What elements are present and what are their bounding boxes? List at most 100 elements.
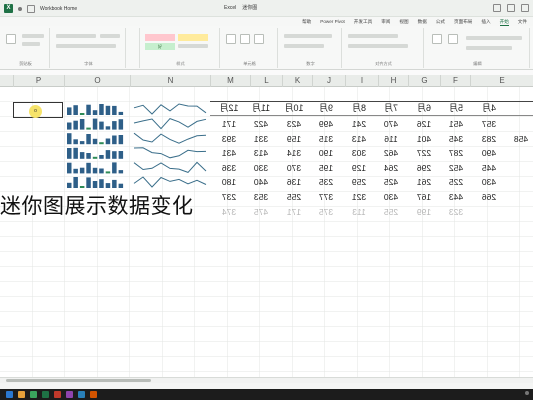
format-cells-button[interactable]	[254, 34, 264, 44]
style-neutral[interactable]	[178, 34, 208, 41]
edit-button-1[interactable]	[432, 34, 442, 44]
ribbon-tab[interactable]: 视图	[399, 19, 408, 26]
table-cell[interactable]: 190	[311, 146, 341, 160]
table-cell[interactable]: 451	[441, 117, 471, 131]
table-cell[interactable]: 266	[474, 190, 504, 204]
table-cell[interactable]: 287	[441, 146, 471, 160]
table-cell[interactable]: 375	[311, 205, 341, 219]
column-header[interactable]: F	[440, 75, 470, 87]
table-cell[interactable]: 113	[344, 205, 374, 219]
explorer-icon[interactable]	[18, 391, 25, 398]
sparkline-tab-hint[interactable]: 迷你图	[242, 4, 257, 11]
table-cell[interactable]: 413	[344, 132, 374, 146]
table-cell[interactable]: 195	[311, 161, 341, 175]
table-cell[interactable]: 425	[376, 175, 406, 189]
ribbon-tab[interactable]: 数据	[418, 19, 427, 26]
table-cell[interactable]: 296	[409, 161, 439, 175]
table-cell[interactable]: 261	[409, 175, 439, 189]
table-cell[interactable]: 336	[214, 161, 244, 175]
table-cell[interactable]: 431	[214, 146, 244, 160]
table-cell[interactable]: 422	[246, 117, 276, 131]
ribbon-tab[interactable]: 文件	[518, 19, 527, 26]
app-icon-5[interactable]	[90, 391, 97, 398]
table-cell[interactable]: 323	[441, 205, 471, 219]
table-cell[interactable]: 180	[214, 175, 244, 189]
column-header[interactable]: L	[250, 75, 282, 87]
table-cell[interactable]: 303	[344, 146, 374, 160]
table-cell[interactable]: 227	[409, 146, 439, 160]
start-icon[interactable]	[6, 391, 13, 398]
style-good[interactable]: 好	[145, 43, 175, 50]
table-cell[interactable]: 353	[246, 190, 276, 204]
column-header[interactable]: O	[64, 75, 130, 87]
maximize-icon[interactable]	[507, 4, 515, 12]
close-icon[interactable]	[521, 4, 529, 12]
ribbon-tab[interactable]: 帮助	[302, 19, 311, 26]
table-cell[interactable]: 199	[409, 205, 439, 219]
table-cell[interactable]: 255	[279, 190, 309, 204]
edit-button-2[interactable]	[448, 34, 458, 44]
table-cell[interactable]: 430	[474, 175, 504, 189]
table-cell[interactable]: 345	[441, 132, 471, 146]
table-cell[interactable]: 357	[474, 117, 504, 131]
table-cell[interactable]: 330	[246, 161, 276, 175]
table-cell[interactable]: 413	[246, 146, 276, 160]
scrollbar-thumb[interactable]	[6, 379, 151, 382]
ribbon-tab[interactable]: 审阅	[381, 19, 390, 26]
table-cell[interactable]: 401	[409, 132, 439, 146]
tray-icon[interactable]	[525, 391, 529, 395]
table-cell[interactable]: 259	[344, 175, 374, 189]
style-bad[interactable]	[145, 34, 175, 41]
table-cell[interactable]: 126	[409, 117, 439, 131]
table-cell[interactable]: 235	[311, 175, 341, 189]
ribbon-tab[interactable]: 插入	[481, 19, 490, 26]
save-icon[interactable]	[27, 4, 35, 13]
table-cell[interactable]: 264	[376, 161, 406, 175]
autosave-icon[interactable]	[18, 6, 22, 11]
table-cell[interactable]: 452	[441, 161, 471, 175]
table-cell[interactable]: 237	[214, 190, 244, 204]
table-cell[interactable]: 136	[279, 175, 309, 189]
column-header[interactable]: P	[13, 75, 63, 87]
table-cell[interactable]: 167	[409, 190, 439, 204]
ribbon-tab[interactable]: Power Pivot	[320, 19, 345, 26]
table-cell[interactable]: 314	[279, 146, 309, 160]
ribbon-tab[interactable]: 页面布局	[454, 19, 472, 26]
column-header[interactable]: N	[130, 75, 210, 87]
table-cell[interactable]: 225	[441, 175, 471, 189]
app-icon-3[interactable]	[66, 391, 73, 398]
table-cell[interactable]: 430	[376, 190, 406, 204]
table-cell[interactable]: 283	[474, 132, 504, 146]
table-cell[interactable]: 458	[506, 132, 533, 146]
paste-button[interactable]	[6, 34, 16, 44]
ribbon-tab[interactable]: 开始	[499, 19, 509, 26]
table-cell[interactable]: 159	[279, 132, 309, 146]
table-cell[interactable]: 171	[279, 205, 309, 219]
column-header[interactable]: J	[312, 75, 345, 87]
table-cell[interactable]: 475	[246, 205, 276, 219]
minimize-icon[interactable]	[493, 4, 501, 12]
table-cell[interactable]: 315	[311, 132, 341, 146]
app-icon-2[interactable]	[54, 391, 61, 398]
table-cell[interactable]: 470	[376, 117, 406, 131]
app-icon-4[interactable]	[78, 391, 85, 398]
excel-taskbar-icon[interactable]	[42, 391, 49, 398]
table-cell[interactable]: 423	[279, 117, 309, 131]
table-cell[interactable]: 129	[344, 161, 374, 175]
table-cell[interactable]: 443	[441, 190, 471, 204]
table-cell[interactable]: 374	[214, 205, 244, 219]
table-cell[interactable]: 171	[214, 117, 244, 131]
insert-cells-button[interactable]	[226, 34, 236, 44]
app-icon-1[interactable]	[30, 391, 37, 398]
table-cell[interactable]: 241	[344, 117, 374, 131]
table-cell[interactable]: 370	[279, 161, 309, 175]
table-cell[interactable]: 393	[214, 132, 244, 146]
table-cell[interactable]: 255	[376, 205, 406, 219]
column-header[interactable]: M	[210, 75, 250, 87]
column-header[interactable]: H	[378, 75, 408, 87]
delete-cells-button[interactable]	[240, 34, 250, 44]
table-cell[interactable]: 116	[376, 132, 406, 146]
table-cell[interactable]: 445	[474, 161, 504, 175]
column-header[interactable]: K	[282, 75, 312, 87]
column-header[interactable]: E	[470, 75, 533, 87]
